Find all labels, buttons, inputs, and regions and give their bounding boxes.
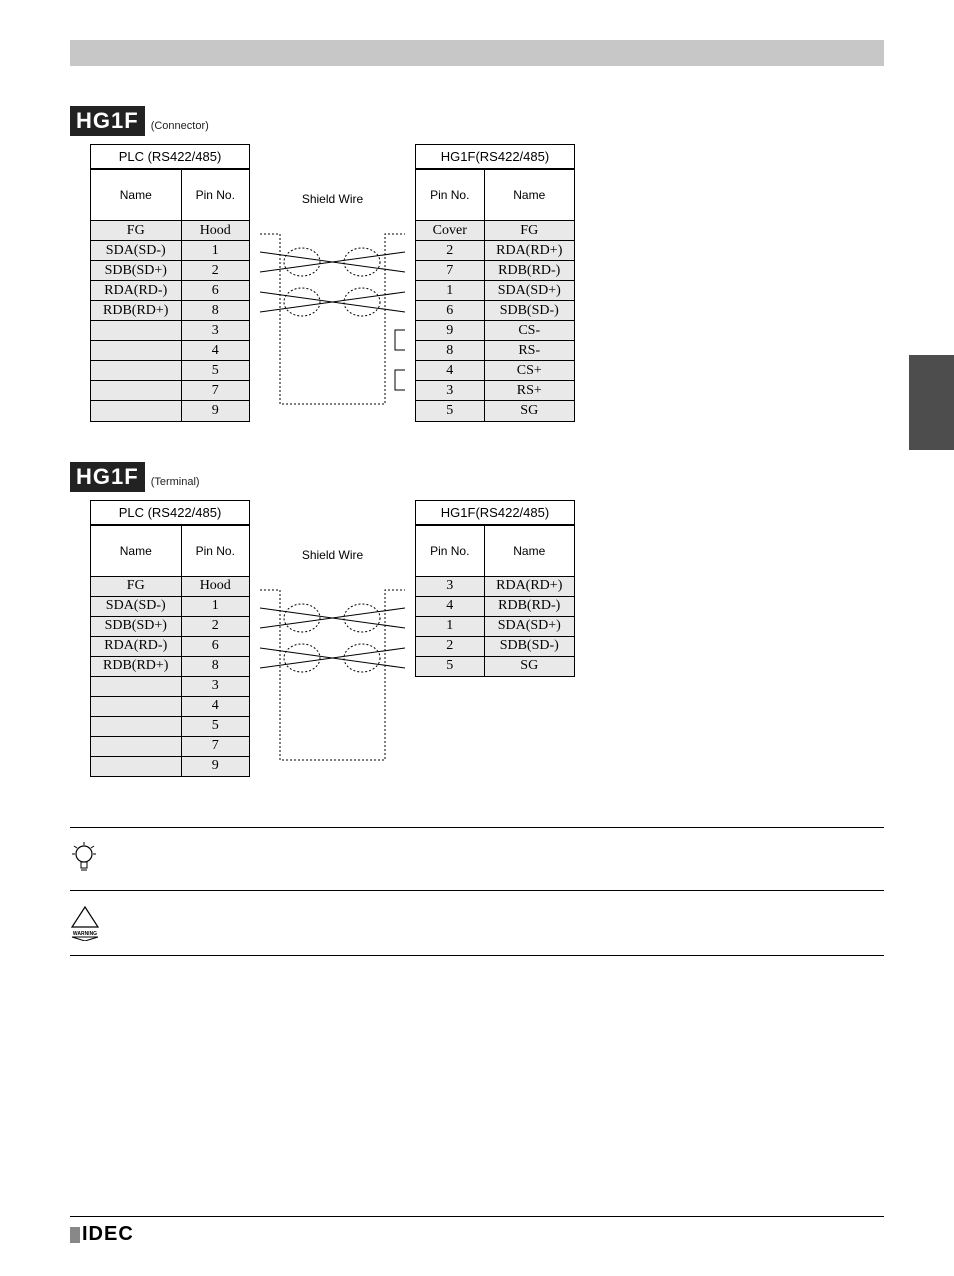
diagram-connector: HG1F (Connector) PLC (RS422/485) Name Pi…: [70, 106, 884, 422]
wiring-diagram: Shield Wire: [250, 144, 415, 206]
wiring-icon: [250, 500, 415, 780]
badge-note: (Terminal): [151, 476, 200, 488]
warning-icon: WARNING: [70, 905, 100, 941]
side-tab: [909, 355, 954, 450]
warning-block: WARNING: [70, 891, 884, 956]
plc-table: PLC (RS422/485) Name Pin No. FGHood SDA(…: [90, 500, 250, 778]
col-pin: Pin No.: [181, 525, 249, 576]
badge-note: (Connector): [151, 120, 209, 132]
plc-title: PLC (RS422/485): [91, 501, 249, 525]
wiring-icon: [250, 144, 415, 424]
brand-logo: IDEC: [70, 1223, 134, 1246]
header-bar: [70, 40, 884, 66]
device-badge: HG1F: [70, 106, 145, 136]
hg1f-table: HG1F(RS422/485) Pin No. Name 3RDA(RD+) 4…: [415, 500, 575, 678]
brand-text: IDEC: [82, 1223, 134, 1246]
wiring-diagram: Shield Wire: [250, 500, 415, 562]
hg1f-title: HG1F(RS422/485): [416, 501, 574, 525]
note-block: [70, 827, 884, 891]
col-pin: Pin No.: [416, 170, 484, 221]
device-badge: HG1F: [70, 462, 145, 492]
footer: IDEC: [70, 1216, 884, 1246]
plc-title: PLC (RS422/485): [91, 145, 249, 169]
bulb-icon: [70, 842, 98, 876]
plc-table: PLC (RS422/485) Name Pin No. FGHood SDA(…: [90, 144, 250, 422]
col-pin: Pin No.: [181, 170, 249, 221]
svg-text:WARNING: WARNING: [73, 931, 97, 937]
diagram-terminal: HG1F (Terminal) PLC (RS422/485) Name Pin…: [70, 462, 884, 778]
hg1f-table: HG1F(RS422/485) Pin No. Name CoverFG 2RD…: [415, 144, 575, 422]
col-name: Name: [91, 170, 181, 221]
col-name: Name: [484, 170, 574, 221]
col-pin: Pin No.: [416, 525, 484, 576]
col-name: Name: [484, 525, 574, 576]
col-name: Name: [91, 525, 181, 576]
hg1f-title: HG1F(RS422/485): [416, 145, 574, 169]
